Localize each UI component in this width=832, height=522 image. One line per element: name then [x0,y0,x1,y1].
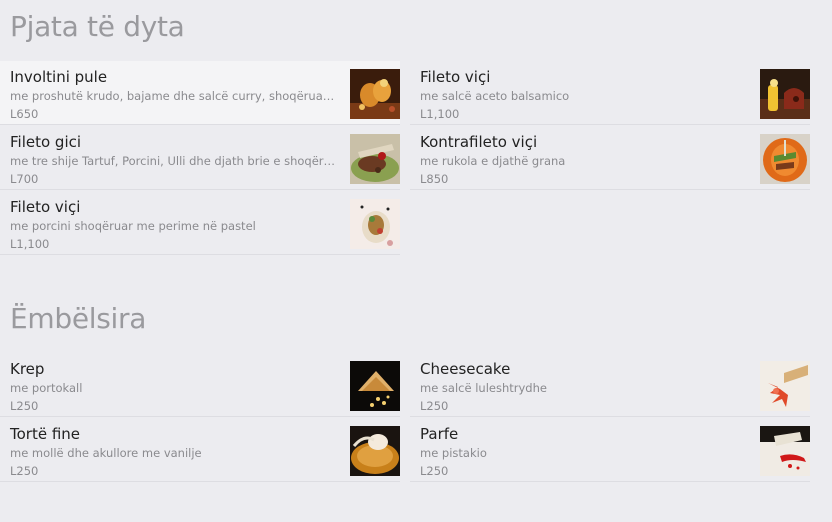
menu-item[interactable]: Kontrafileto viçi me rukola e djathë gra… [410,126,810,190]
item-name: Krep [10,360,45,378]
item-price: L850 [420,172,449,186]
item-description: me rukola e djathë grana [420,154,566,168]
section-title: Ëmbëlsira [10,302,147,335]
item-name: Tortë fine [10,425,81,443]
cheesecake-photo[interactable] [760,361,810,411]
item-name: Involtini pule [10,68,108,86]
crepe-photo[interactable] [350,361,400,411]
item-price: L1,100 [420,107,460,121]
chicken-roll-photo[interactable] [350,69,400,119]
menu-item[interactable]: Fileto viçi me porcini shoqëruar me peri… [0,191,400,255]
menu-item[interactable]: Involtini pule me proshutë krudo, bajame… [0,61,400,125]
item-name: Fileto viçi [10,198,81,216]
item-price: L250 [420,464,449,478]
menu-item[interactable]: Tortë fine me mollë dhe akullore me vani… [0,418,400,482]
item-description: me mollë dhe akullore me vanilje [10,446,202,460]
item-name: Fileto gici [10,133,82,151]
item-price: L250 [10,399,39,413]
item-price: L250 [420,399,449,413]
beef-sirloin-photo[interactable] [760,134,810,184]
item-description: me portokall [10,381,83,395]
item-description: me salcë aceto balsamico [420,89,570,103]
item-name: Kontrafileto viçi [420,133,538,151]
item-description: me pistakio [420,446,487,460]
item-price: L650 [10,107,39,121]
beef-porcini-photo[interactable] [350,199,400,249]
apple-tart-photo[interactable] [350,426,400,476]
menu-item[interactable]: Fileto gici me tre shije Tartuf, Porcini… [0,126,400,190]
menu-item[interactable]: Krep me portokall L250 [0,353,400,417]
item-name: Fileto viçi [420,68,491,86]
item-name: Cheesecake [420,360,511,378]
item-description: me porcini shoqëruar me perime në pastel [10,219,256,233]
pork-fillet-photo[interactable] [350,134,400,184]
item-name: Parfe [420,425,459,443]
menu-item[interactable]: Parfe me pistakio L250 [410,418,810,482]
item-price: L700 [10,172,39,186]
item-description: me salcë luleshtrydhe [420,381,547,395]
item-description: me proshutë krudo, bajame dhe salcë curr… [10,89,338,103]
item-description: me tre shije Tartuf, Porcini, Ulli dhe d… [10,154,338,168]
parfait-photo[interactable] [760,426,810,476]
item-price: L1,100 [10,237,50,251]
section-title: Pjata të dyta [10,10,185,43]
item-price: L250 [10,464,39,478]
menu-item[interactable]: Fileto viçi me salcë aceto balsamico L1,… [410,61,810,125]
beef-fillet-photo[interactable] [760,69,810,119]
menu-item[interactable]: Cheesecake me salcë luleshtrydhe L250 [410,353,810,417]
